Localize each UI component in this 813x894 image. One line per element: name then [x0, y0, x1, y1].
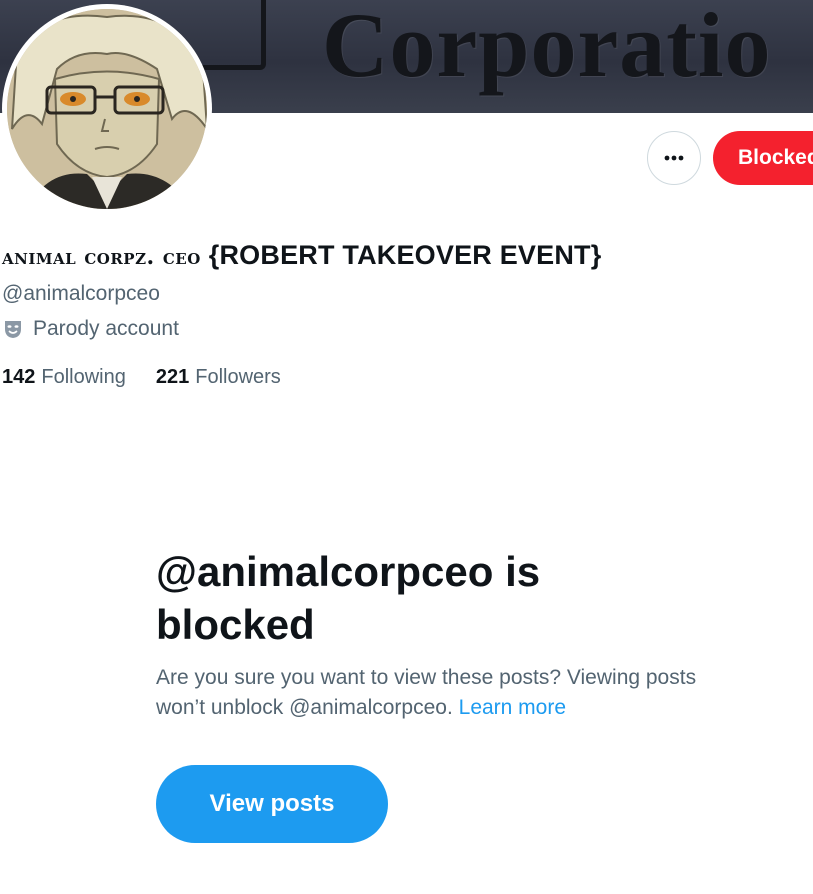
avatar[interactable]	[2, 4, 212, 214]
blocked-notice-title: @animalcorpceo is blocked	[156, 548, 541, 648]
profile-page: Corporatio Blocked animal corpz. ceo {RO…	[0, 0, 813, 894]
parody-label: Parody account	[33, 317, 179, 340]
avatar-image	[7, 9, 207, 209]
followers-count: 221	[155, 366, 190, 388]
display-name: Animal corpz. ceo {ROBERT TAKEOVER EVENT…	[2, 240, 601, 271]
learn-more-link[interactable]: Learn more	[459, 696, 566, 719]
theater-masks-icon	[2, 318, 24, 340]
view-posts-label: View posts	[209, 790, 335, 817]
following-count: 142	[2, 366, 36, 388]
blocked-button[interactable]: Blocked	[713, 131, 813, 185]
display-name-stylized: Animal corpz. ceo	[2, 244, 201, 270]
display-name-event: {ROBERT TAKEOVER EVENT}	[208, 240, 602, 270]
parody-label-row: Parody account	[2, 317, 179, 341]
user-handle: @animalcorpceo	[2, 282, 160, 305]
ellipsis-icon	[664, 155, 684, 161]
following-label: Following	[41, 366, 126, 388]
view-posts-button[interactable]: View posts	[156, 765, 388, 843]
blocked-button-label: Blocked	[738, 146, 813, 169]
more-options-button[interactable]	[647, 131, 701, 185]
banner-decoration	[196, 0, 266, 70]
blocked-notice-text: Are you sure you want to view these post…	[156, 666, 697, 719]
avatar-illustration	[7, 9, 207, 209]
followers-link[interactable]: 221 Followers	[156, 366, 281, 389]
banner-text: Corporatio	[322, 0, 772, 96]
blocked-notice-body: Are you sure you want to view these post…	[156, 663, 716, 723]
follow-stats: 142 Following 221 Followers	[2, 366, 311, 389]
followers-label: Followers	[195, 366, 281, 388]
following-link[interactable]: 142 Following	[2, 366, 126, 389]
